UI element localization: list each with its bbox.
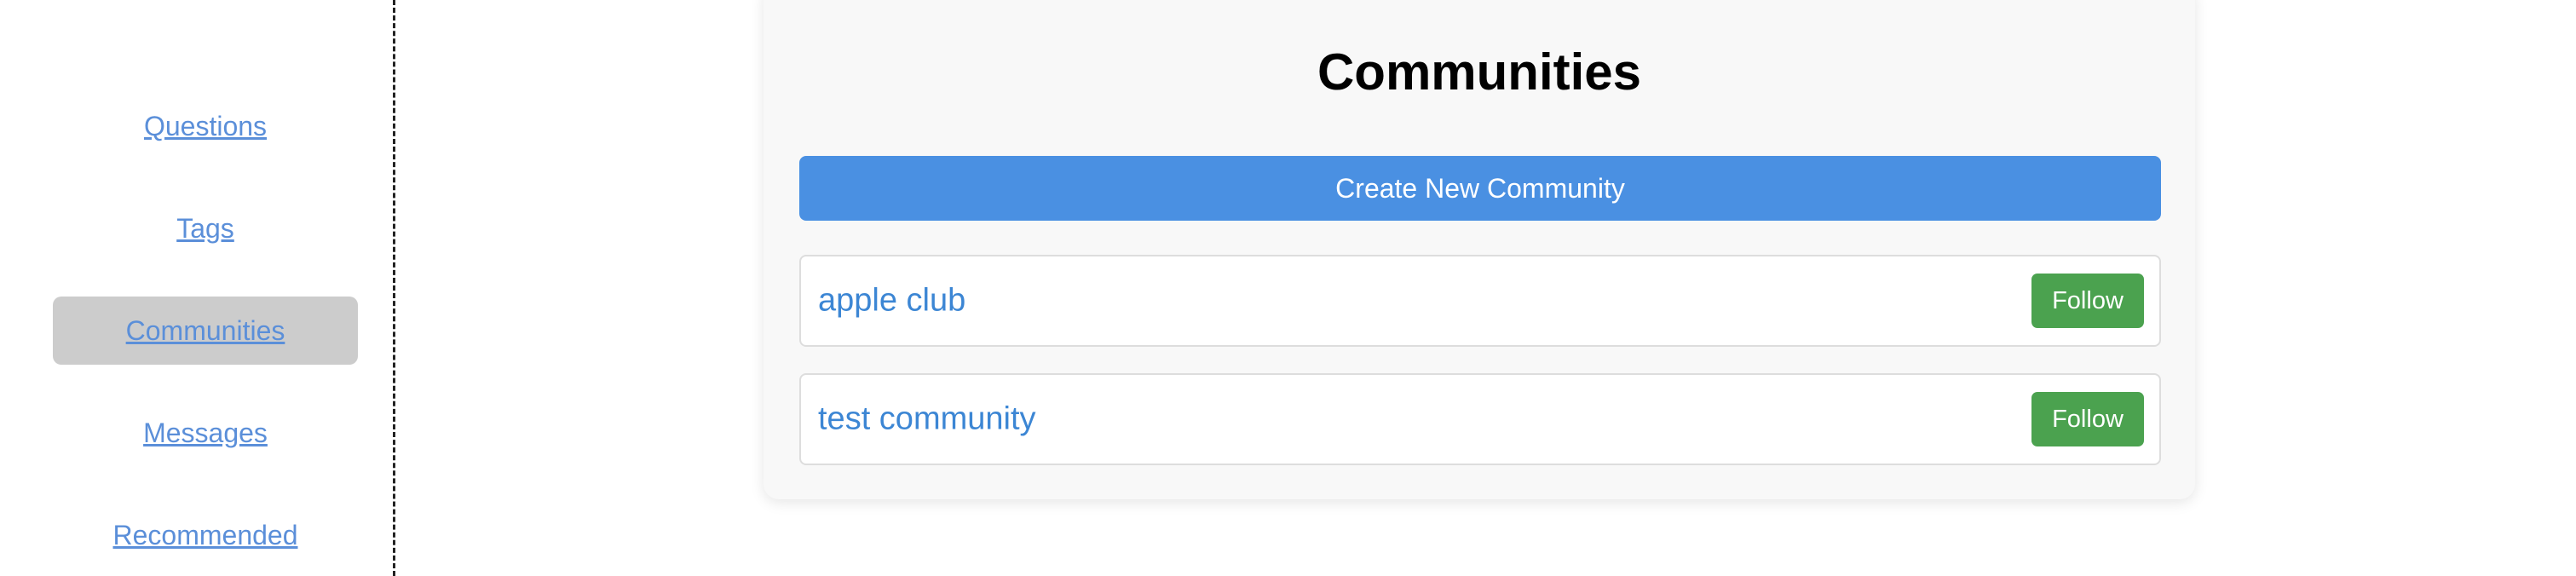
community-name-link[interactable]: test community <box>818 401 1036 438</box>
page-title: Communities <box>1317 43 1642 101</box>
community-card: test community Follow <box>799 373 2161 465</box>
community-name-link[interactable]: apple club <box>818 283 965 320</box>
sidebar-item-messages: Messages <box>53 399 358 467</box>
follow-button[interactable]: Follow <box>2031 274 2144 328</box>
communities-panel: Communities Create New Community apple c… <box>764 0 2195 499</box>
sidebar-link-tags[interactable]: Tags <box>176 213 234 245</box>
sidebar-link-messages[interactable]: Messages <box>143 418 268 449</box>
sidebar-link-recommended[interactable]: Recommended <box>113 520 298 551</box>
sidebar-link-communities[interactable]: Communities <box>126 315 285 347</box>
community-card: apple club Follow <box>799 255 2161 347</box>
sidebar-item-communities[interactable]: Communities <box>53 297 358 365</box>
sidebar-link-questions[interactable]: Questions <box>144 111 267 142</box>
sidebar-item-tags: Tags <box>53 194 358 262</box>
sidebar-item-questions: Questions <box>53 92 358 160</box>
sidebar-item-recommended: Recommended <box>53 501 358 569</box>
follow-button[interactable]: Follow <box>2031 392 2144 446</box>
sidebar-nav: Questions Tags Communities Messages Reco… <box>0 0 395 576</box>
create-community-button[interactable]: Create New Community <box>799 156 2161 221</box>
